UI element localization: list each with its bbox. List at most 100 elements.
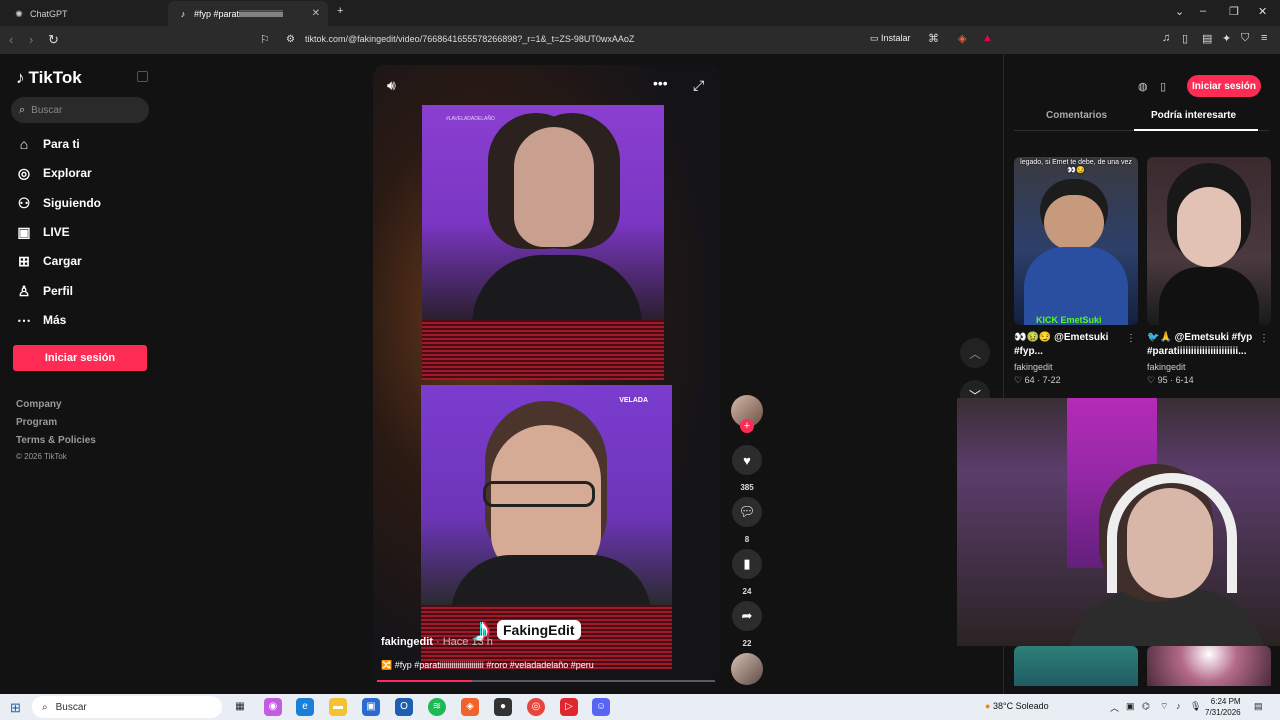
brave-rewards-icon[interactable]: ▲ bbox=[982, 32, 993, 44]
video-thumbnail[interactable]: legado, si Emet te debe, de una vez 👀😏 K… bbox=[1014, 157, 1138, 325]
nav-mas[interactable]: ⋯ Más bbox=[16, 310, 66, 330]
footer-program[interactable]: Program bbox=[16, 417, 57, 428]
leo-icon[interactable]: ✦ bbox=[1222, 32, 1231, 45]
volume-tray-icon[interactable]: ♪ bbox=[1176, 701, 1181, 711]
minimize-icon[interactable]: – bbox=[1200, 5, 1206, 17]
network-icon[interactable]: ⌬ bbox=[1142, 701, 1150, 712]
weather-widget[interactable]: ● 38°C Soleado bbox=[985, 701, 1049, 711]
clock[interactable]: 6:24 PM 7/31/2026 bbox=[1205, 696, 1241, 718]
windows-start-icon[interactable]: ⊞ bbox=[10, 700, 21, 716]
media-icon[interactable]: ♫ bbox=[1162, 32, 1170, 44]
nav-live[interactable]: ▣ LIVE bbox=[16, 222, 69, 242]
card-likes: ♡ 64 bbox=[1014, 375, 1035, 385]
nav-para-ti[interactable]: ⌂ Para ti bbox=[16, 134, 80, 154]
url-field[interactable]: tiktok.com/@fakingedit/video/76686416555… bbox=[305, 34, 634, 44]
search-icon: ⌕ bbox=[19, 103, 26, 116]
back-icon[interactable]: ‹ bbox=[9, 32, 13, 47]
menu-icon[interactable]: ≡ bbox=[1261, 32, 1267, 44]
translate-icon[interactable]: ⌘ bbox=[928, 32, 939, 45]
spotify-icon[interactable]: ≋ bbox=[428, 698, 446, 716]
restore-icon[interactable]: ❐ bbox=[1229, 5, 1239, 18]
video-caption: 🔀 #fyp #paratiiiiiiiiiiiiiiiiiiiiii #ror… bbox=[381, 660, 594, 670]
tiktok-logo[interactable]: ♪ TikTok bbox=[16, 68, 82, 88]
tab-podria-interesarte[interactable]: Podría interesarte bbox=[1151, 110, 1236, 121]
nav-siguiendo[interactable]: ⚇ Siguiendo bbox=[16, 193, 101, 213]
card-author[interactable]: fakingedit bbox=[1014, 362, 1138, 372]
suggested-video-card[interactable]: legado, si Emet te debe, de una vez 👀😏 K… bbox=[1014, 157, 1138, 386]
brave-icon[interactable]: ◈ bbox=[461, 698, 479, 716]
tab-list-icon[interactable]: ⌄ bbox=[1175, 5, 1184, 18]
fullscreen-icon[interactable]: ⤢ bbox=[693, 77, 704, 94]
video-more-icon[interactable]: ••• bbox=[653, 75, 668, 91]
bookmark-icon[interactable]: ⚐ bbox=[260, 33, 270, 46]
taskbar-search[interactable]: ⌕ Buscar bbox=[32, 696, 222, 718]
sidebar-icon[interactable]: ▯ bbox=[1182, 32, 1188, 45]
video-thumbnail[interactable] bbox=[1147, 157, 1271, 325]
brave-shield-icon[interactable]: ◈ bbox=[958, 32, 966, 45]
red-app-icon[interactable]: ▷ bbox=[560, 698, 578, 716]
vpn-icon[interactable]: ⛉ bbox=[1241, 32, 1249, 45]
close-tab-icon[interactable]: ✕ bbox=[312, 8, 320, 19]
share-icon[interactable]: ➦ bbox=[732, 601, 762, 631]
notifications-icon[interactable]: ▤ bbox=[1254, 701, 1263, 712]
store-icon[interactable]: ▣ bbox=[362, 698, 380, 716]
save-action[interactable]: ▮ 24 bbox=[731, 549, 763, 596]
new-tab-icon[interactable]: + bbox=[337, 5, 343, 17]
wallet-icon[interactable]: ▤ bbox=[1202, 32, 1212, 45]
card-more-icon[interactable]: ⋮ bbox=[1126, 333, 1136, 344]
edge-icon[interactable]: e bbox=[296, 698, 314, 716]
browser-tab-tiktok[interactable]: ♪ #fyp #paratiiiiiiiiiiiiiiiiiiiiii ✕ bbox=[168, 1, 328, 26]
video-thumbnail[interactable] bbox=[1014, 646, 1138, 686]
outlook-icon[interactable]: O bbox=[395, 698, 413, 716]
heart-icon[interactable]: ♥ bbox=[732, 445, 762, 475]
forward-icon[interactable]: › bbox=[29, 32, 33, 47]
video-thumbnail[interactable] bbox=[1147, 646, 1271, 686]
install-button[interactable]: ▭ Instalar bbox=[870, 33, 911, 44]
comment-count: 8 bbox=[744, 535, 750, 544]
previous-video-button[interactable]: ︿ bbox=[960, 338, 990, 368]
nav-cargar[interactable]: ⊞ Cargar bbox=[16, 251, 82, 271]
video-player[interactable]: #LAVELADADELAÑO VELADA ♪ FakingEdit 🔊︎ •… bbox=[373, 65, 720, 687]
comment-icon[interactable]: 💬︎ bbox=[732, 497, 762, 527]
tab-comentarios[interactable]: Comentarios bbox=[1046, 110, 1107, 121]
card-more-icon[interactable]: ⋮ bbox=[1259, 333, 1269, 344]
mobile-icon[interactable]: ▯ bbox=[1160, 80, 1166, 93]
login-button[interactable]: Iniciar sesión bbox=[13, 345, 147, 371]
card-author[interactable]: fakingedit bbox=[1147, 362, 1271, 372]
video-progress-bar[interactable] bbox=[377, 680, 715, 682]
compass-small-icon[interactable]: ◍ bbox=[1138, 80, 1148, 93]
comment-action[interactable]: 💬︎ 8 bbox=[731, 497, 763, 544]
sound-disc-avatar[interactable] bbox=[731, 653, 763, 685]
login-button-top[interactable]: Iniciar sesión bbox=[1187, 75, 1261, 97]
site-info-icon[interactable]: ⚙ bbox=[286, 34, 295, 45]
nav-label: Cargar bbox=[43, 254, 82, 268]
footer-terms[interactable]: Terms & Policies bbox=[16, 435, 96, 446]
volume-icon[interactable]: 🔊︎ bbox=[387, 77, 396, 94]
video-author[interactable]: fakingedit · Hace 13 h bbox=[381, 636, 493, 648]
reload-icon[interactable]: ↻ bbox=[48, 32, 59, 48]
copilot-icon[interactable]: ◉ bbox=[264, 698, 282, 716]
share-action[interactable]: ➦ 22 bbox=[731, 601, 763, 648]
follow-plus-icon[interactable]: + bbox=[740, 419, 754, 433]
bookmark-icon[interactable]: ▮ bbox=[732, 549, 762, 579]
collapse-sidebar-icon[interactable] bbox=[137, 71, 148, 82]
file-explorer-icon[interactable]: ▬ bbox=[329, 698, 347, 716]
chrome-icon[interactable]: ◎ bbox=[527, 698, 545, 716]
task-view-icon[interactable]: ▦ bbox=[231, 698, 249, 716]
tray-app-icon[interactable]: ▣ bbox=[1126, 701, 1135, 712]
card-title[interactable]: 👀🤢😏 @Emetsuki #fyp... bbox=[1014, 331, 1138, 359]
close-window-icon[interactable]: ✕ bbox=[1258, 5, 1267, 18]
discord-icon[interactable]: ☺ bbox=[592, 698, 610, 716]
nav-explorar[interactable]: ◎ Explorar bbox=[16, 163, 92, 183]
browser-tab-chatgpt[interactable]: ✺ ChatGPT bbox=[4, 1, 164, 26]
like-action[interactable]: ♥ 385 bbox=[731, 445, 763, 492]
suggested-video-card[interactable]: 🐦🙏 @Emetsuki #fyp #paratiiiiiiiiiiiiiiii… bbox=[1147, 157, 1271, 386]
mic-icon[interactable]: 🎙︎ bbox=[1190, 701, 1201, 712]
tray-chevron-icon[interactable]: ︿ bbox=[1110, 701, 1119, 714]
nav-perfil[interactable]: ♙ Perfil bbox=[16, 281, 73, 301]
obs-icon[interactable]: ● bbox=[494, 698, 512, 716]
footer-company[interactable]: Company bbox=[16, 399, 62, 410]
card-title[interactable]: 🐦🙏 @Emetsuki #fyp #paratiiiiiiiiiiiiiiii… bbox=[1147, 331, 1271, 359]
wifi-icon[interactable]: ⌔ bbox=[1160, 701, 1168, 712]
search-input[interactable]: ⌕ Buscar bbox=[11, 97, 149, 123]
